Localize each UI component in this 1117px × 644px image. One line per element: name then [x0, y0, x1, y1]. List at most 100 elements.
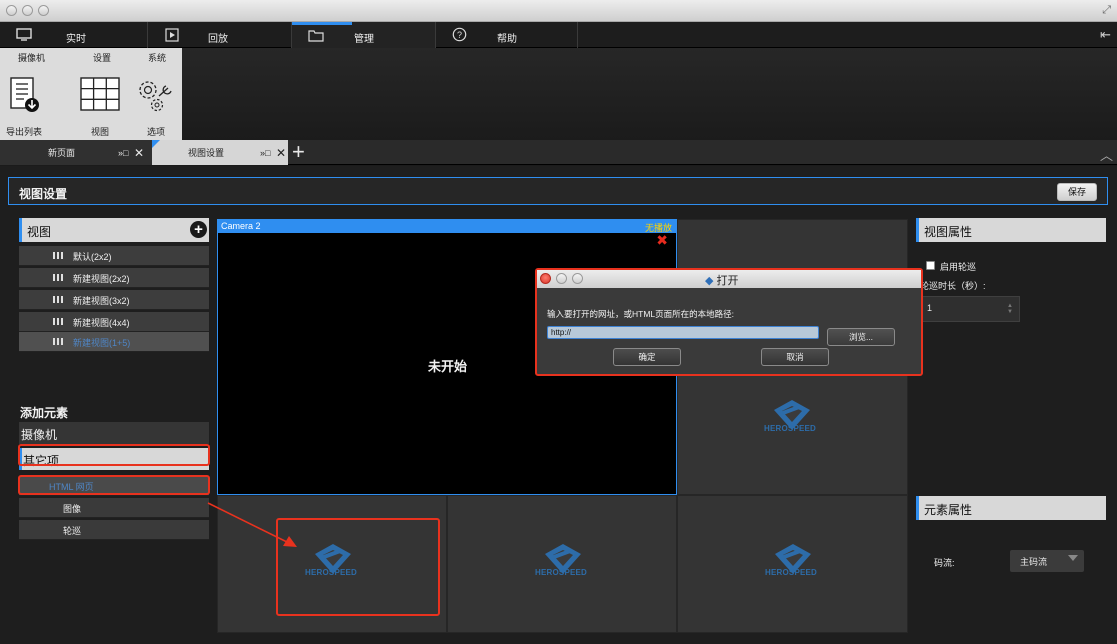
tab-manage[interactable]: 管理	[292, 22, 435, 48]
tab-manage-label: 管理	[354, 34, 374, 45]
grid-cell-3[interactable]: HEROSPEED	[677, 357, 908, 495]
stream-select[interactable]: 主码流	[1010, 550, 1084, 572]
add-view-button[interactable]: +	[190, 221, 207, 238]
highlight-other-category	[18, 444, 210, 466]
close-tab-icon[interactable]: ✕	[134, 146, 144, 160]
brand-text: HEROSPEED	[764, 424, 817, 433]
tab-help-label: 帮助	[497, 34, 517, 45]
enable-tour-checkbox[interactable]	[926, 261, 935, 270]
url-input[interactable]	[547, 326, 819, 339]
drag-arrow-icon	[207, 502, 297, 547]
grid-cell-6[interactable]: HEROSPEED	[677, 495, 908, 633]
doc-tab-new-page[interactable]: 新页面 »□ ✕	[0, 140, 152, 165]
camera-header: Camera 2 无播放	[218, 220, 676, 233]
pin-icon[interactable]: »□	[118, 148, 128, 158]
view-item-label: 新建视图(2x2)	[73, 274, 130, 284]
ok-button[interactable]: 确定	[613, 348, 681, 366]
options-button[interactable]: 选项	[134, 62, 178, 140]
close-tab-icon[interactable]: ✕	[276, 146, 286, 160]
grid-icon	[53, 252, 63, 259]
dialog-close-button[interactable]	[540, 273, 551, 284]
tab-help[interactable]: ? 帮助	[436, 22, 577, 48]
view-properties-title: 视图属性	[924, 225, 973, 239]
view-item-label: 默认(2x2)	[73, 252, 112, 262]
herospeed-logo: HEROSPEED	[764, 398, 816, 433]
save-button[interactable]: 保存	[1057, 183, 1097, 201]
element-properties-title: 元素属性	[924, 503, 973, 517]
window-minimize-button[interactable]	[22, 5, 33, 16]
logout-icon[interactable]: ⇤	[1100, 27, 1111, 43]
ribbon-toolbar: 摄像机 设置 系统 导出列表 视图 选项	[0, 48, 182, 140]
dialog-minimize-button[interactable]	[556, 273, 567, 284]
window-titlebar: ⤢	[0, 0, 1117, 22]
browse-button[interactable]: 浏览...	[827, 328, 895, 346]
remove-camera-icon[interactable]: ✖	[656, 232, 668, 249]
add-tab-icon[interactable]: +	[292, 141, 305, 163]
stepper-arrows-icon[interactable]: ▲ ▼	[1007, 303, 1013, 315]
export-list-icon	[7, 62, 41, 114]
svg-text:?: ?	[457, 30, 462, 40]
views-title: 视图	[27, 225, 52, 239]
view-item-label: 新建视图(1+5)	[73, 338, 131, 348]
tour-duration-value: 1	[927, 303, 933, 313]
pin-icon[interactable]: »□	[260, 148, 270, 158]
grid-cell-5[interactable]: HEROSPEED	[447, 495, 677, 633]
fullscreen-icon[interactable]: ⤢	[1102, 4, 1111, 17]
view-item-label: 新建视图(4x4)	[73, 318, 130, 328]
stream-label: 码流:	[934, 558, 955, 568]
export-list-label: 导出列表	[5, 127, 42, 137]
dialog-title-text: 打开	[716, 275, 739, 287]
options-gears-icon	[135, 62, 177, 114]
tab-live-label: 实时	[66, 34, 86, 45]
grid-icon	[53, 318, 63, 325]
doc-tab-view-settings-label: 视图设置	[188, 148, 225, 158]
view-item-default[interactable]: 默认(2x2)	[19, 246, 209, 266]
dialog-zoom-button[interactable]	[572, 273, 583, 284]
view-item-label: 新建视图(3x2)	[73, 296, 130, 306]
camera-name: Camera 2	[221, 221, 261, 231]
view-item-1plus5[interactable]: 新建视图(1+5)	[19, 332, 209, 352]
options-label: 选项	[146, 127, 165, 137]
category-label: 摄像机	[21, 428, 58, 442]
dialog-prompt: 输入要打开的网址，或HTML页面所在的本地路径:	[547, 309, 735, 319]
not-started-text: 未开始	[428, 359, 468, 374]
cancel-button[interactable]: 取消	[761, 348, 829, 366]
element-tour[interactable]: 轮巡	[19, 520, 209, 540]
highlight-html-element	[18, 475, 210, 495]
collapse-ribbon-icon[interactable]: ︿	[1100, 145, 1113, 164]
export-list-button[interactable]: 导出列表	[4, 62, 44, 140]
grid-icon	[53, 296, 63, 303]
play-icon	[165, 28, 179, 42]
doc-tab-view-settings[interactable]: 视图设置 »□ ✕	[152, 140, 288, 165]
dialog-title: ◆ 打开	[705, 272, 738, 288]
open-url-dialog: ◆打开 输入要打开的网址，或HTML页面所在的本地路径: 浏览... 确定 取消	[535, 268, 923, 376]
page-title: 视图设置	[19, 187, 68, 201]
folder-icon	[308, 28, 324, 42]
view-item-2x2[interactable]: 新建视图(2x2)	[19, 268, 209, 288]
element-properties-header: 元素属性	[916, 496, 1106, 520]
view-settings-bar: 视图设置 保存	[8, 177, 1108, 205]
category-camera[interactable]: 摄像机	[19, 422, 209, 444]
window-zoom-button[interactable]	[38, 5, 49, 16]
tab-live[interactable]: 实时	[0, 22, 147, 48]
view-properties-header: 视图属性	[916, 218, 1106, 242]
tour-duration-stepper[interactable]: 1 ▲ ▼	[916, 296, 1020, 322]
element-label: 轮巡	[63, 526, 82, 536]
view-button[interactable]: 视图	[78, 62, 122, 140]
view-item-3x2[interactable]: 新建视图(3x2)	[19, 290, 209, 310]
chevron-down-icon	[1068, 555, 1078, 561]
element-image[interactable]: 图像	[19, 498, 209, 518]
tab-playback[interactable]: 回放	[148, 22, 291, 48]
view-grid-icon	[79, 62, 121, 114]
window-close-button[interactable]	[6, 5, 17, 16]
views-panel-header: 视图 +	[19, 218, 209, 242]
herospeed-logo: HEROSPEED	[765, 542, 817, 577]
view-label: 视图	[90, 127, 109, 137]
element-label: 图像	[63, 504, 82, 514]
ribbon: 摄像机 设置 系统 导出列表 视图 选项	[0, 48, 1117, 140]
grid-icon	[53, 274, 63, 281]
doc-tab-new-page-label: 新页面	[48, 148, 76, 158]
help-icon: ?	[452, 27, 467, 42]
top-nav: 实时 回放 管理 ? 帮助 ⇤	[0, 22, 1117, 48]
view-item-4x4[interactable]: 新建视图(4x4)	[19, 312, 209, 332]
